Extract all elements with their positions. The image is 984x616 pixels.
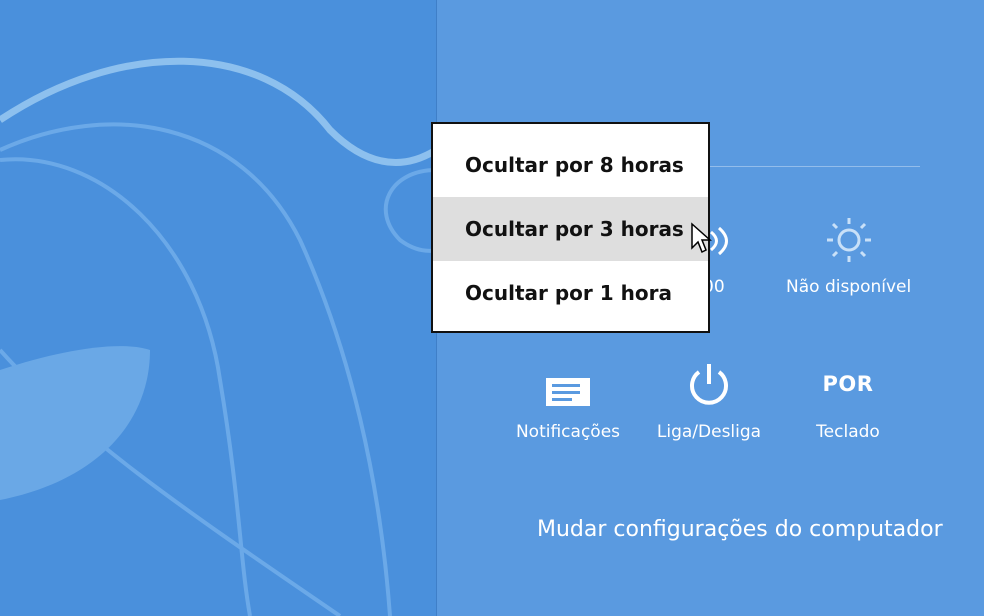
keyboard-tile[interactable]: POR Teclado <box>773 360 923 442</box>
mouse-pointer-icon <box>690 222 712 260</box>
keyboard-label: Teclado <box>816 422 880 442</box>
change-pc-settings-link[interactable]: Mudar configurações do computador <box>537 517 943 542</box>
menu-item-hide-8-hours[interactable]: Ocultar por 8 horas <box>433 133 708 197</box>
power-icon <box>634 360 784 408</box>
wallpaper-fish-graphic <box>0 57 436 616</box>
power-label: Liga/Desliga <box>656 422 762 442</box>
power-tile[interactable]: Liga/Desliga <box>634 360 784 442</box>
notifications-tile[interactable]: Notificações <box>493 360 643 442</box>
notifications-label: Notificações <box>515 422 621 442</box>
notifications-icon <box>493 360 643 408</box>
keyboard-language-code: POR <box>822 372 874 396</box>
brightness-tile[interactable] <box>774 214 924 262</box>
brightness-icon <box>774 214 924 262</box>
menu-item-hide-3-hours[interactable]: Ocultar por 3 horas <box>433 197 708 261</box>
menu-item-hide-1-hour[interactable]: Ocultar por 1 hora <box>433 261 708 325</box>
hide-notifications-menu: Ocultar por 8 horas Ocultar por 3 horas … <box>431 122 710 333</box>
desktop-background <box>0 0 436 616</box>
brightness-label: Não disponível <box>786 277 912 297</box>
panel-divider <box>700 166 920 167</box>
